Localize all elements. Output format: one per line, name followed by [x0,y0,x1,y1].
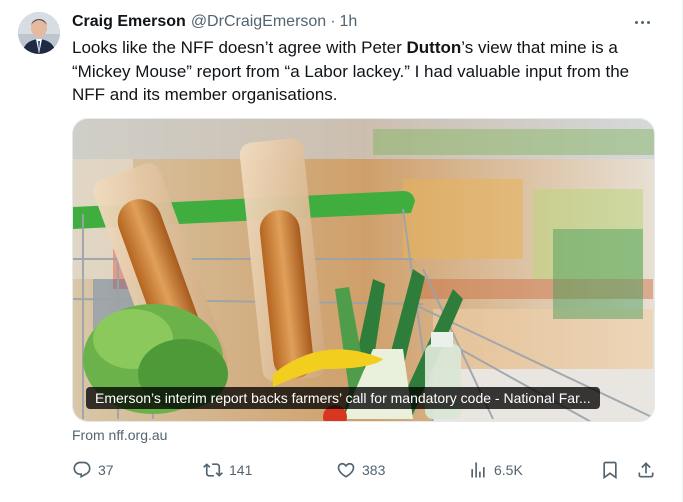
tweet-text-bold: Dutton [406,38,462,57]
heart-icon [337,462,355,478]
separator-dot: · [330,13,336,30]
like-count: 383 [362,462,386,478]
bookmark-button[interactable] [600,458,620,482]
reply-button[interactable]: 37 [72,458,114,482]
link-card[interactable]: Emerson’s interim report backs farmers’ … [72,118,655,422]
share-button[interactable] [636,458,656,482]
like-button[interactable]: 383 [336,458,385,482]
reply-count: 37 [98,462,114,478]
views-button[interactable]: 6.5K [468,458,523,482]
views-chart-icon [471,462,485,478]
tweet-text: Looks like the NFF doesn’t agree with Pe… [72,36,662,107]
tweet-text-part1: Looks like the NFF doesn’t agree with Pe… [72,38,407,57]
repost-count: 141 [229,462,253,478]
bookmark-icon [603,461,617,480]
card-source-link[interactable]: From nff.org.au [72,427,167,443]
author-name[interactable]: Craig Emerson [72,13,186,31]
avatar[interactable] [18,12,60,54]
tweet[interactable]: Craig Emerson @DrCraigEmerson · 1h Looks… [0,0,683,502]
timestamp[interactable]: 1h [340,13,358,31]
more-horizontal-icon[interactable] [631,12,653,32]
repost-button[interactable]: 141 [203,458,252,482]
author-handle[interactable]: @DrCraigEmerson [191,13,326,31]
reply-icon [73,461,91,479]
tweet-header: Craig Emerson @DrCraigEmerson · 1h [72,12,357,32]
repost-icon [203,463,223,477]
card-image [73,119,654,421]
card-title: Emerson’s interim report backs farmers’ … [86,387,600,409]
views-count: 6.5K [494,462,523,478]
action-bar: 37 141 383 6.5K [72,458,662,482]
share-icon [638,462,654,478]
